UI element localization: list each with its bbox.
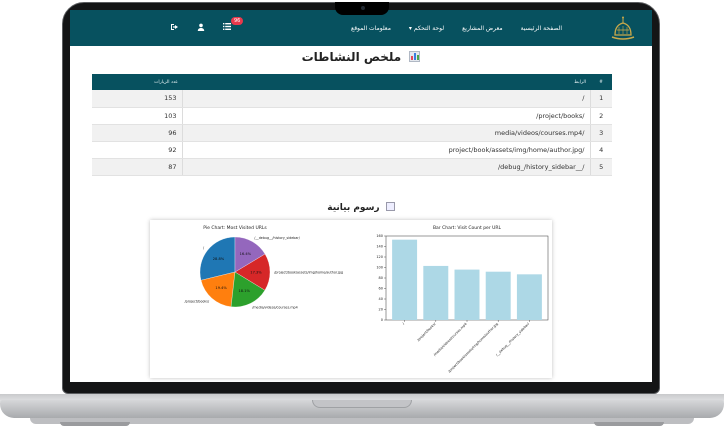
line-chart-icon [385,202,395,211]
pie-percent-label: 19.4% [215,286,227,290]
x-tick-label: / [402,321,406,325]
top-navbar: 96 الصفحة الرئيسية معرض المشاريع لوحة ال… [70,10,652,46]
nav-link-dashboard-dropdown[interactable]: لوحة التحكم ▾ [409,25,444,32]
page-title-text: ملخص النشاطات [301,50,402,64]
laptop-base [0,394,724,432]
cell-index: 2 [589,107,612,125]
cell-url: / [182,90,590,108]
x-tick-label: /project/books/ [416,321,437,342]
x-tick-label: /media/videos/courses.mp4 [433,322,468,357]
cell-count: 153 [92,90,183,108]
cell-url: /debug_/history_sidebar__/ [182,158,590,176]
cell-url: media/videos/courses.mp4/ [182,124,590,142]
table-row: 92 project/book/assets/img/home/author.j… [92,141,612,159]
pie-percent-label: 28.8% [213,257,225,261]
pie-percent-label: 17.3% [250,270,262,274]
site-logo[interactable] [608,14,638,42]
y-tick-label: 160 [376,234,383,238]
bar [423,265,449,320]
x-tick-label: /project/book/assets/img/home/author.jpg [447,322,499,374]
y-tick-label: 40 [379,297,383,301]
page-title: ملخص النشاطات [70,50,652,64]
cell-url: project/book/assets/img/home/author.jpg/ [182,141,590,159]
notification-badge: 96 [231,17,244,25]
cell-count: 87 [92,158,183,176]
x-tick-label: /__debug__/history_sidebar/ [495,321,531,357]
pie-category-label: /project/book/assets/img/home/author.jpg [274,270,343,274]
pie-category-label: /project/books/ [185,300,210,304]
pie-percent-label: 16.4% [240,252,252,256]
bar-chart-title: Bar Chart: Visit Count per URL [433,225,502,231]
bar [392,239,418,320]
charts-svg: Pie Chart: Most Visited URLs 28.8% / 19.4% /… [185,225,549,374]
nav-link-projects[interactable]: معرض المشاريع [462,25,503,32]
table-row: 153 / 1 [92,90,612,108]
pie-percent-label: 18.1% [239,289,251,293]
bar [516,274,542,320]
y-tick-label: 100 [376,266,383,270]
cell-index: 5 [589,158,612,176]
y-tick-label: 120 [376,255,383,259]
pie-category-label: / [203,246,205,250]
laptop-mockup: 96 الصفحة الرئيسية معرض المشاريع لوحة ال… [0,0,724,432]
browser-screen: 96 الصفحة الرئيسية معرض المشاريع لوحة ال… [70,10,652,382]
table-header: عدد الزيارات الرابط # [92,74,612,90]
pie-category-label: /media/videos/courses.mp4 [252,305,298,309]
cell-count: 103 [92,107,183,125]
y-tick-label: 80 [379,276,383,280]
activity-table: عدد الزيارات الرابط # 153 / 1 103 /proje… [92,74,612,176]
header-url: الرابط [574,79,586,85]
table-row: 103 /project/books/ 2 [92,107,612,125]
header-count: عدد الزيارات [154,79,178,85]
bar-chart-icon [409,51,421,62]
header-index: # [599,79,603,85]
user-icon[interactable] [197,23,205,34]
cell-count: 92 [92,141,183,159]
pie-chart-title: Pie Chart: Most Visited URLs [203,225,267,231]
cell-count: 96 [92,124,183,142]
pie-category-label: /__debug__/history_sidebar/ [254,236,300,240]
nav-icons: 96 [170,10,249,46]
nav-links: الصفحة الرئيسية معرض المشاريع لوحة التحك… [333,10,562,46]
cell-index: 3 [589,124,612,142]
bar [485,271,511,320]
table-row: 96 media/videos/courses.mp4/ 3 [92,124,612,142]
camera-notch [335,2,389,15]
y-tick-label: 140 [376,245,383,249]
y-tick-label: 20 [379,308,383,312]
logout-icon[interactable] [170,23,179,34]
charts-image: Pie Chart: Most Visited URLs 28.8% / 19.4% /… [150,220,552,378]
cell-url: /project/books/ [182,107,590,125]
notifications-list-icon[interactable]: 96 [223,17,244,33]
bar [454,269,480,320]
cell-index: 4 [589,141,612,159]
y-tick-label: 0 [381,318,383,322]
charts-heading-text: رسوم بيانية [327,203,380,213]
table-row: 87 /debug_/history_sidebar__/ 5 [92,158,612,176]
nav-link-site-info[interactable]: معلومات الموقع [351,25,391,32]
cell-index: 1 [589,90,612,108]
nav-link-home[interactable]: الصفحة الرئيسية [521,25,562,32]
y-tick-label: 60 [379,287,383,291]
charts-heading: رسوم بيانية [70,202,652,213]
